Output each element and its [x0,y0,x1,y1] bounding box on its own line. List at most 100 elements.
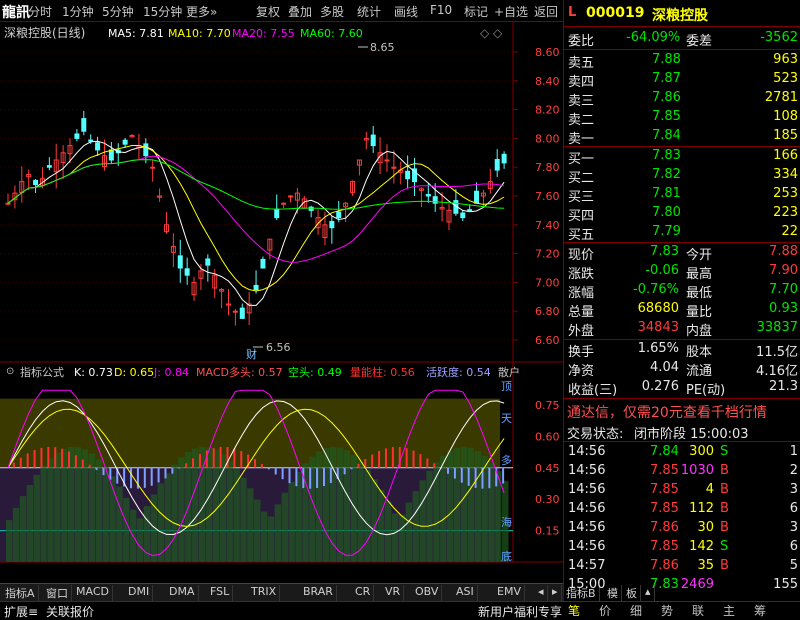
zone-label: 天 [501,412,512,425]
bid-label: 买三 [568,190,595,205]
bid-label: 买四 [568,209,595,224]
ask-row[interactable]: 卖五 7.88 963 [564,51,800,71]
fundamental-label: 流通 [686,364,713,379]
tick-time: 14:56 [568,444,606,459]
indicator-tab[interactable]: CR [352,585,375,601]
indicator-tab[interactable]: MACD [73,585,113,601]
toolbar-item[interactable]: 复权 [256,3,280,20]
finance-marker[interactable]: 财 [246,347,257,361]
new-user-promo[interactable]: 新用户福利专享 [478,603,562,620]
main-chart-area[interactable]: 深粮控股(日线) MA5: 7.81 MA10: 7.70 MA20: 7.55 MA… [0,22,563,581]
quote-tab[interactable]: 联 [692,602,704,619]
quote-tab[interactable]: 主 [723,602,735,619]
toolbar-item[interactable]: 统计 [357,3,381,20]
indicator-value: 空头: 0.49 [288,365,342,379]
indicator-value: J: 0.84 [153,366,189,379]
indicator-tab[interactable]: EMV [494,585,525,601]
promo-row[interactable]: 通达信，仅需20元查看千档行情 [564,401,800,422]
related-quote-button[interactable]: 关联报价 [46,603,94,620]
fundamental-label: 收益(三) [568,383,618,398]
toolbar-item[interactable]: 画线 [394,3,418,20]
quote-label: 今开 [686,248,713,263]
promo-text[interactable]: 通达信，仅需20元查看千档行情 [567,402,767,422]
ma-label: MA60: 7.60 [300,27,363,40]
indicator-tab[interactable]: VR [382,585,405,601]
tick-price: 7.84 [650,444,679,459]
zone-label: 多 [501,453,512,467]
indicator-tab[interactable]: ASI [453,585,478,601]
bid-volume: 22 [781,224,798,239]
bid-volume: 334 [773,167,798,182]
bid-row[interactable]: 买四 7.80 223 [564,204,800,224]
quote-value: -0.76% [633,282,679,297]
indicator-value: MACD多头: 0.57 [196,365,283,379]
indicator-tab[interactable]: OBV [412,585,443,601]
indicator-tab[interactable]: 窗口 [43,585,72,601]
toolbar-item[interactable]: 5分钟 [102,3,134,20]
top-toolbar: 龍訊 分时 1分钟 5分钟 15分钟 更多» 复权 叠加 多股 统计 画线 F10 标记 +自选 返回 [0,0,563,22]
fundamental-value: 4.04 [650,360,679,375]
bid-row[interactable]: 买一 7.83 166 [564,147,800,167]
fundamental-value: 11.5亿 [756,345,798,360]
indicator-tab[interactable]: TRIX [248,585,281,601]
indicator-tab[interactable]: ◂ [535,585,548,601]
ask-volume: 185 [773,128,798,143]
tick-row: 14:56 7.84 300 S 1 [564,443,800,462]
ask-row[interactable]: 卖四 7.87 523 [564,70,800,90]
indicator-tab[interactable]: 指标A [2,585,39,601]
tick-volume: 4 [705,482,714,497]
indicator-tab[interactable]: ▸ [549,585,562,601]
stock-name: 深粮控股 [652,8,708,24]
indicator-tab[interactable]: DMA [166,585,199,601]
kline-chart[interactable]: 深粮控股(日线) MA5: 7.81 MA10: 7.70 MA20: 7.55 MA… [0,22,563,581]
toolbar-item[interactable]: 分时 [28,3,52,20]
toolbar-item[interactable]: F10 [430,3,452,17]
indicator-menu-icon[interactable]: ⊙ [6,366,14,377]
fundamental-value: 0.276 [641,379,679,394]
tick-row: 14:57 7.86 35 B 5 [564,557,800,576]
price-tick-label: 7.80 [535,161,560,174]
quote-tab[interactable]: 细 [630,602,642,619]
tick-price: 7.85 [650,539,679,554]
price-tick-label: 8.00 [535,132,560,145]
extend-button[interactable]: 扩展≡ [4,603,38,620]
quote-tab[interactable]: 筹 [754,602,766,619]
ma-label: MA20: 7.55 [232,27,295,40]
quote-value: -0.06 [645,263,679,278]
indicator-tab[interactable]: BRAR [300,585,337,601]
toolbar-item[interactable]: 叠加 [288,3,312,20]
tick-count: 2 [789,463,798,478]
indicator-tab[interactable]: FSL [207,585,234,601]
trade-status-row: 交易状态: 闭市阶段 15:00:03 [564,422,800,442]
toolbar-item[interactable]: 更多» [186,3,217,20]
ask-row[interactable]: 卖三 7.86 2781 [564,89,800,109]
bid-row[interactable]: 买三 7.81 253 [564,185,800,205]
quote-tab[interactable]: 价 [599,602,611,619]
toolbar-item[interactable]: 1分钟 [62,3,94,20]
toolbar-item[interactable]: 标记 [464,3,488,20]
tick-count: 1 [789,444,798,459]
tick-side: B [720,520,729,535]
toolbar-item[interactable]: 多股 [320,3,344,20]
indicator-value: 指标公式 [20,365,64,379]
tick-row: 14:56 7.85 142 S 6 [564,538,800,557]
app-logo: 龍訊 [2,5,30,21]
indicator-value: 量能柱: 0.56 [350,365,415,379]
bid-volume: 223 [773,205,798,220]
toolbar-item[interactable]: +自选 [494,3,528,20]
quote-value: 7.90 [769,263,798,278]
ask-label: 卖一 [568,132,595,147]
tick-volume: 142 [689,539,714,554]
indicator-tab[interactable]: DMI [125,585,154,601]
quote-tab[interactable]: 势 [661,602,673,619]
bid-price: 7.82 [652,167,681,182]
ask-row[interactable]: 卖二 7.85 108 [564,108,800,128]
toolbar-item[interactable]: 返回 [534,3,558,20]
ask-row[interactable]: 卖一 7.84 185 [564,127,800,147]
bid-row[interactable]: 买二 7.82 334 [564,166,800,186]
toolbar-item[interactable]: 15分钟 [143,3,182,20]
quote-tab[interactable]: 笔 [568,602,580,619]
bid-row[interactable]: 买五 7.79 22 [564,223,800,243]
bid-label: 买五 [568,228,595,243]
diamond-icon[interactable]: ◇ ◇ [480,26,503,40]
